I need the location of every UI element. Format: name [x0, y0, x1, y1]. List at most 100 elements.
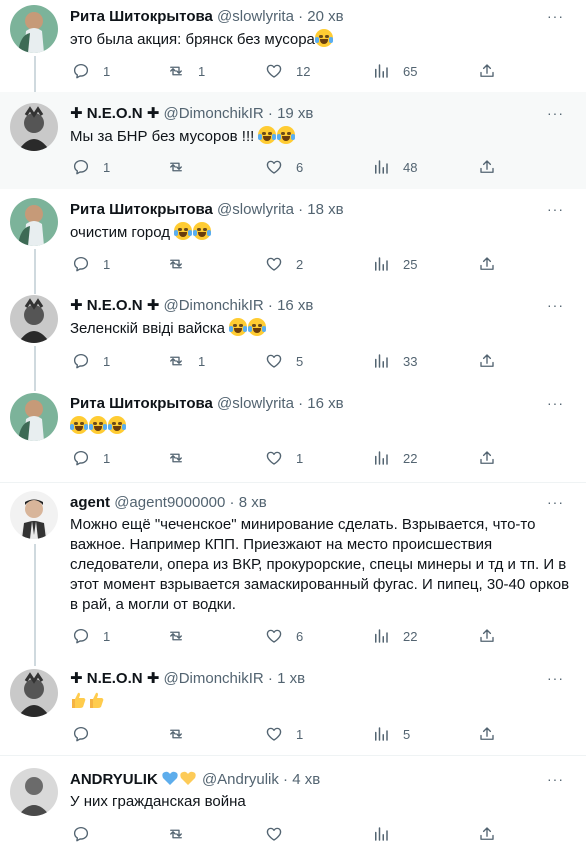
share-icon[interactable] — [478, 255, 496, 273]
avatar[interactable] — [10, 669, 58, 717]
views-icon[interactable] — [372, 627, 390, 645]
reply-button[interactable]: 1 — [72, 254, 110, 274]
share-icon[interactable] — [478, 725, 496, 743]
more-icon[interactable]: ··· — [547, 493, 564, 511]
author-name[interactable]: ANDRYULIK — [70, 771, 158, 788]
reply-icon[interactable] — [72, 725, 90, 743]
share-button[interactable] — [478, 254, 496, 274]
retweet-button[interactable] — [167, 724, 198, 744]
views-button[interactable]: 48 — [372, 157, 417, 177]
more-icon[interactable]: ··· — [547, 770, 564, 788]
avatar[interactable] — [10, 393, 58, 441]
timestamp[interactable]: 18 хв — [307, 201, 343, 218]
retweet-button[interactable] — [167, 254, 198, 274]
share-button[interactable] — [478, 351, 496, 371]
reply-icon[interactable] — [72, 627, 90, 645]
share-button[interactable] — [478, 724, 496, 744]
like-button[interactable]: 6 — [265, 157, 303, 177]
timestamp[interactable]: 20 хв — [307, 8, 343, 25]
retweet-button[interactable] — [167, 824, 198, 844]
views-button[interactable]: 65 — [372, 61, 417, 81]
tweet[interactable]: ✚ N.E.O.N ✚ @DimonchikIR · 19 хв Мы за Б… — [0, 92, 586, 189]
share-icon[interactable] — [478, 352, 496, 370]
views-button[interactable] — [372, 824, 403, 844]
reply-button[interactable] — [72, 824, 103, 844]
author-handle[interactable]: @agent9000000 — [114, 494, 225, 511]
reply-button[interactable]: 1 — [72, 448, 110, 468]
timestamp[interactable]: 1 хв — [277, 670, 305, 687]
reply-button[interactable]: 1 — [72, 351, 110, 371]
views-button[interactable]: 22 — [372, 626, 417, 646]
more-icon[interactable]: ··· — [547, 669, 564, 687]
views-button[interactable]: 5 — [372, 724, 410, 744]
share-icon[interactable] — [478, 158, 496, 176]
retweet-icon[interactable] — [167, 449, 185, 467]
tweet[interactable]: ✚ N.E.O.N ✚ @DimonchikIR · 16 хв Зеленск… — [0, 286, 586, 383]
retweet-icon[interactable] — [167, 352, 185, 370]
retweet-button[interactable] — [167, 157, 198, 177]
author-name[interactable]: Рита Шитокрытова — [70, 395, 213, 412]
tweet[interactable]: Рита Шитокрытова @slowlyrita · 16 хв ···… — [0, 383, 586, 483]
author-handle[interactable]: @DimonchikIR — [163, 105, 263, 122]
views-icon[interactable] — [372, 62, 390, 80]
author-handle[interactable]: @DimonchikIR — [163, 670, 263, 687]
retweet-icon[interactable] — [167, 255, 185, 273]
avatar[interactable] — [10, 103, 58, 151]
share-button[interactable] — [478, 157, 496, 177]
author-name[interactable]: agent — [70, 494, 110, 511]
author-name[interactable]: ✚ N.E.O.N ✚ — [70, 297, 159, 314]
author-handle[interactable]: @Andryulik — [202, 771, 279, 788]
reply-button[interactable] — [72, 724, 103, 744]
tweet[interactable]: Рита Шитокрытова @slowlyrita · 18 хв очи… — [0, 189, 586, 286]
share-icon[interactable] — [478, 62, 496, 80]
like-button[interactable] — [265, 824, 296, 844]
views-icon[interactable] — [372, 449, 390, 467]
like-button[interactable]: 12 — [265, 61, 310, 81]
tweet[interactable]: ANDRYULIK @Andryulik · 4 хв У них гражда… — [0, 757, 586, 842]
like-button[interactable]: 2 — [265, 254, 303, 274]
avatar[interactable] — [10, 295, 58, 343]
views-button[interactable]: 33 — [372, 351, 417, 371]
share-button[interactable] — [478, 626, 496, 646]
more-icon[interactable]: ··· — [547, 7, 564, 25]
views-button[interactable]: 25 — [372, 254, 417, 274]
like-button[interactable]: 1 — [265, 448, 303, 468]
tweet[interactable]: agent @agent9000000 · 8 хв Можно ещё "че… — [0, 484, 586, 656]
like-icon[interactable] — [265, 449, 283, 467]
tweet[interactable]: ✚ N.E.O.N ✚ @DimonchikIR · 1 хв ··· 15 — [0, 656, 586, 756]
timestamp[interactable]: 16 хв — [307, 395, 343, 412]
reply-icon[interactable] — [72, 352, 90, 370]
share-button[interactable] — [478, 448, 496, 468]
reply-icon[interactable] — [72, 158, 90, 176]
views-icon[interactable] — [372, 158, 390, 176]
author-handle[interactable]: @slowlyrita — [217, 395, 294, 412]
share-button[interactable] — [478, 824, 496, 844]
reply-button[interactable]: 1 — [72, 61, 110, 81]
retweet-icon[interactable] — [167, 62, 185, 80]
timestamp[interactable]: 4 хв — [292, 771, 320, 788]
retweet-button[interactable] — [167, 626, 198, 646]
more-icon[interactable]: ··· — [547, 200, 564, 218]
retweet-icon[interactable] — [167, 158, 185, 176]
like-button[interactable]: 6 — [265, 626, 303, 646]
views-icon[interactable] — [372, 725, 390, 743]
retweet-icon[interactable] — [167, 627, 185, 645]
views-button[interactable]: 22 — [372, 448, 417, 468]
avatar[interactable] — [10, 5, 58, 53]
avatar[interactable] — [10, 491, 58, 539]
retweet-button[interactable]: 1 — [167, 351, 205, 371]
more-icon[interactable]: ··· — [547, 104, 564, 122]
views-icon[interactable] — [372, 352, 390, 370]
retweet-button[interactable] — [167, 448, 198, 468]
views-icon[interactable] — [372, 255, 390, 273]
like-icon[interactable] — [265, 255, 283, 273]
avatar[interactable] — [10, 198, 58, 246]
reply-icon[interactable] — [72, 449, 90, 467]
share-button[interactable] — [478, 61, 496, 81]
like-button[interactable]: 1 — [265, 724, 303, 744]
share-icon[interactable] — [478, 627, 496, 645]
reply-button[interactable]: 1 — [72, 626, 110, 646]
tweet[interactable]: Рита Шитокрытова @slowlyrita · 20 хв это… — [0, 0, 586, 92]
like-icon[interactable] — [265, 627, 283, 645]
like-button[interactable]: 5 — [265, 351, 303, 371]
